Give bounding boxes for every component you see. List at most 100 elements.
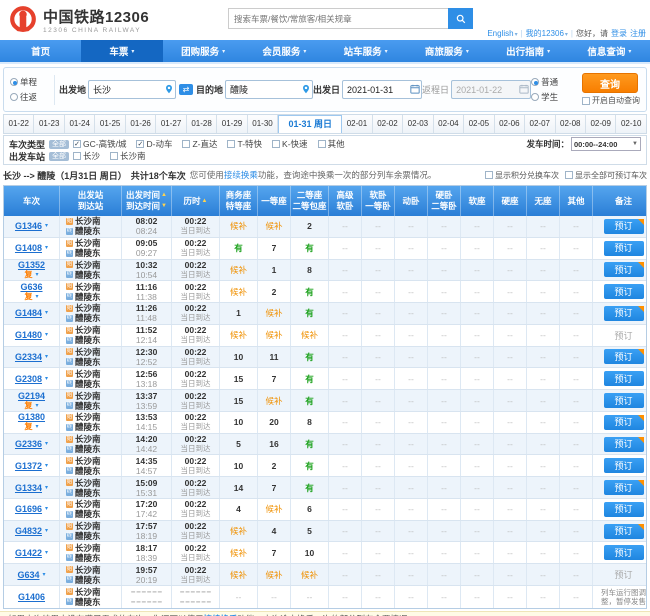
sort-asc-icon[interactable]: ▲ [161,190,167,201]
book-button[interactable]: 预订 [603,545,644,561]
book-button[interactable]: 预订 [603,284,644,300]
waitlist-link[interactable]: 候补 [230,525,247,537]
expand-row-icon[interactable]: ▾ [45,439,48,449]
date-tab-02-10[interactable]: 02-10 [616,115,646,133]
column-header-7[interactable]: 高级 软卧 [329,186,362,216]
site-search-button[interactable] [448,8,473,29]
sort-asc-icon[interactable]: ▲ [202,196,208,207]
filter-type-GC-高铁/城[interactable]: ✓ GC-高铁/城 [73,138,126,150]
train-number-link[interactable]: G1484 [15,308,42,318]
train-number-link[interactable]: G1346 [15,221,42,231]
filter-type-D-动车[interactable]: ✓ D-动车 [136,138,172,150]
auto-query-toggle[interactable]: 开启自动查询 [582,95,640,106]
waitlist-link[interactable]: 候补 [265,569,282,581]
column-header-10[interactable]: 硬卧 二等卧 [428,186,461,216]
filter-station-长沙[interactable]: 长沙 [73,150,100,162]
nav-item-4[interactable]: 站车服务 ▾ [325,40,406,62]
column-header-12[interactable]: 硬座 [494,186,527,216]
column-header-9[interactable]: 动卧 [395,186,428,216]
expand-row-icon[interactable]: ▾ [45,526,48,536]
toggle-显示积分兑换车次[interactable]: 显示积分兑换车次 [485,170,559,181]
train-number-link[interactable]: G1422 [15,548,42,558]
column-header-3[interactable]: 历时 ▲ [172,186,220,216]
expand-row-icon[interactable]: ▾ [45,461,48,471]
query-button[interactable]: 查询 [582,73,638,93]
train-number-link[interactable]: G1380 [18,412,45,422]
depart-time-select[interactable]: 00:00--24:00 ▼ [571,137,641,151]
column-header-1[interactable]: 出发站 到达站 [60,186,122,216]
waitlist-link[interactable]: 候补 [265,395,282,407]
date-tab-02-09[interactable]: 02-09 [585,115,617,133]
date-tab-01-31 周日[interactable]: 01-31 周日 [278,115,343,133]
train-number-link[interactable]: G1408 [15,243,42,253]
waitlist-link[interactable]: 候补 [265,503,282,515]
one-way-radio[interactable]: 单程 [10,76,50,88]
date-tab-02-04[interactable]: 02-04 [433,115,465,133]
book-button[interactable]: 预订 [603,436,644,452]
book-button[interactable]: 预订 [603,501,644,517]
transfer-link[interactable]: 接续换乘 [224,170,258,180]
date-tab-01-24[interactable]: 01-24 [64,115,96,133]
expand-row-icon[interactable]: ▾ [35,270,38,280]
date-tab-01-29[interactable]: 01-29 [217,115,248,133]
login-link[interactable]: 登录 [611,28,627,39]
book-button[interactable]: 预订 [603,349,644,365]
date-tab-02-02[interactable]: 02-02 [372,115,404,133]
column-header-6[interactable]: 二等座 二等包座 [291,186,329,216]
filter-type-K-快速[interactable]: K-快速 [272,138,308,150]
nav-item-6[interactable]: 出行指南 ▾ [488,40,569,62]
train-type-all-badge[interactable]: 全部 [49,139,70,149]
round-trip-radio[interactable]: 往返 [10,91,50,103]
column-header-0[interactable]: 车次 [4,186,60,216]
train-number-link[interactable]: G1352 [18,260,45,270]
my-12306-menu[interactable]: 我的12306▾ [526,28,568,39]
column-header-11[interactable]: 软座 [461,186,494,216]
waitlist-link[interactable]: 候补 [230,569,247,581]
train-number-link[interactable]: G634 [17,570,39,580]
nav-item-7[interactable]: 信息查询 ▾ [569,40,650,62]
date-tab-02-08[interactable]: 02-08 [555,115,586,133]
book-button[interactable]: 预订 [603,240,644,256]
expand-row-icon[interactable]: ▾ [45,374,48,384]
date-tab-01-30[interactable]: 01-30 [247,115,279,133]
date-tab-02-06[interactable]: 02-06 [494,115,526,133]
date-tab-01-23[interactable]: 01-23 [34,115,65,133]
swap-stations-button[interactable]: ⇄ [176,84,196,95]
expand-row-icon[interactable]: ▾ [35,422,38,432]
waitlist-link[interactable]: 候补 [230,220,247,232]
column-header-8[interactable]: 软卧 一等卧 [362,186,395,216]
filter-type-Z-直达[interactable]: Z-直达 [182,138,217,150]
language-menu[interactable]: English▾ [487,29,517,38]
expand-row-icon[interactable]: ▾ [45,221,48,231]
train-number-link[interactable]: G2194 [18,391,45,401]
expand-row-icon[interactable]: ▾ [45,330,48,340]
site-search-input[interactable] [228,8,448,29]
train-number-link[interactable]: G636 [20,282,42,292]
nav-item-3[interactable]: 会员服务 ▾ [244,40,325,62]
book-button[interactable]: 预订 [603,305,644,321]
expand-row-icon[interactable]: ▾ [45,352,48,362]
filter-type-其他[interactable]: 其他 [317,138,345,150]
book-button[interactable]: 预订 [603,218,644,234]
date-tab-02-07[interactable]: 02-07 [525,115,556,133]
column-header-14[interactable]: 其他 [560,186,593,216]
to-station-input[interactable] [225,80,314,99]
waitlist-link[interactable]: 候补 [230,286,247,298]
expand-row-icon[interactable]: ▾ [35,401,38,411]
expand-row-icon[interactable]: ▾ [45,243,48,253]
expand-row-icon[interactable]: ▾ [45,504,48,514]
train-number-link[interactable]: G1406 [18,592,45,602]
filter-station-长沙南[interactable]: 长沙南 [110,150,146,162]
filter-type-T-特快[interactable]: T-特快 [227,138,262,150]
site-logo[interactable]: 中国铁路12306 12306 CHINA RAILWAY [8,5,149,35]
toggle-显示全部可预订车次[interactable]: 显示全部可预订车次 [565,170,647,181]
column-header-13[interactable]: 无座 [527,186,560,216]
date-tab-01-25[interactable]: 01-25 [95,115,126,133]
date-tab-02-01[interactable]: 02-01 [342,115,373,133]
train-number-link[interactable]: G1480 [15,330,42,340]
waitlist-link[interactable]: 候补 [230,547,247,559]
nav-item-1[interactable]: 车票 ▾ [81,40,163,62]
column-header-2[interactable]: 出发时间 ▲ 到达时间 ▼ [122,186,172,216]
book-button[interactable]: 预订 [603,414,644,430]
train-number-link[interactable]: G2334 [15,352,42,362]
